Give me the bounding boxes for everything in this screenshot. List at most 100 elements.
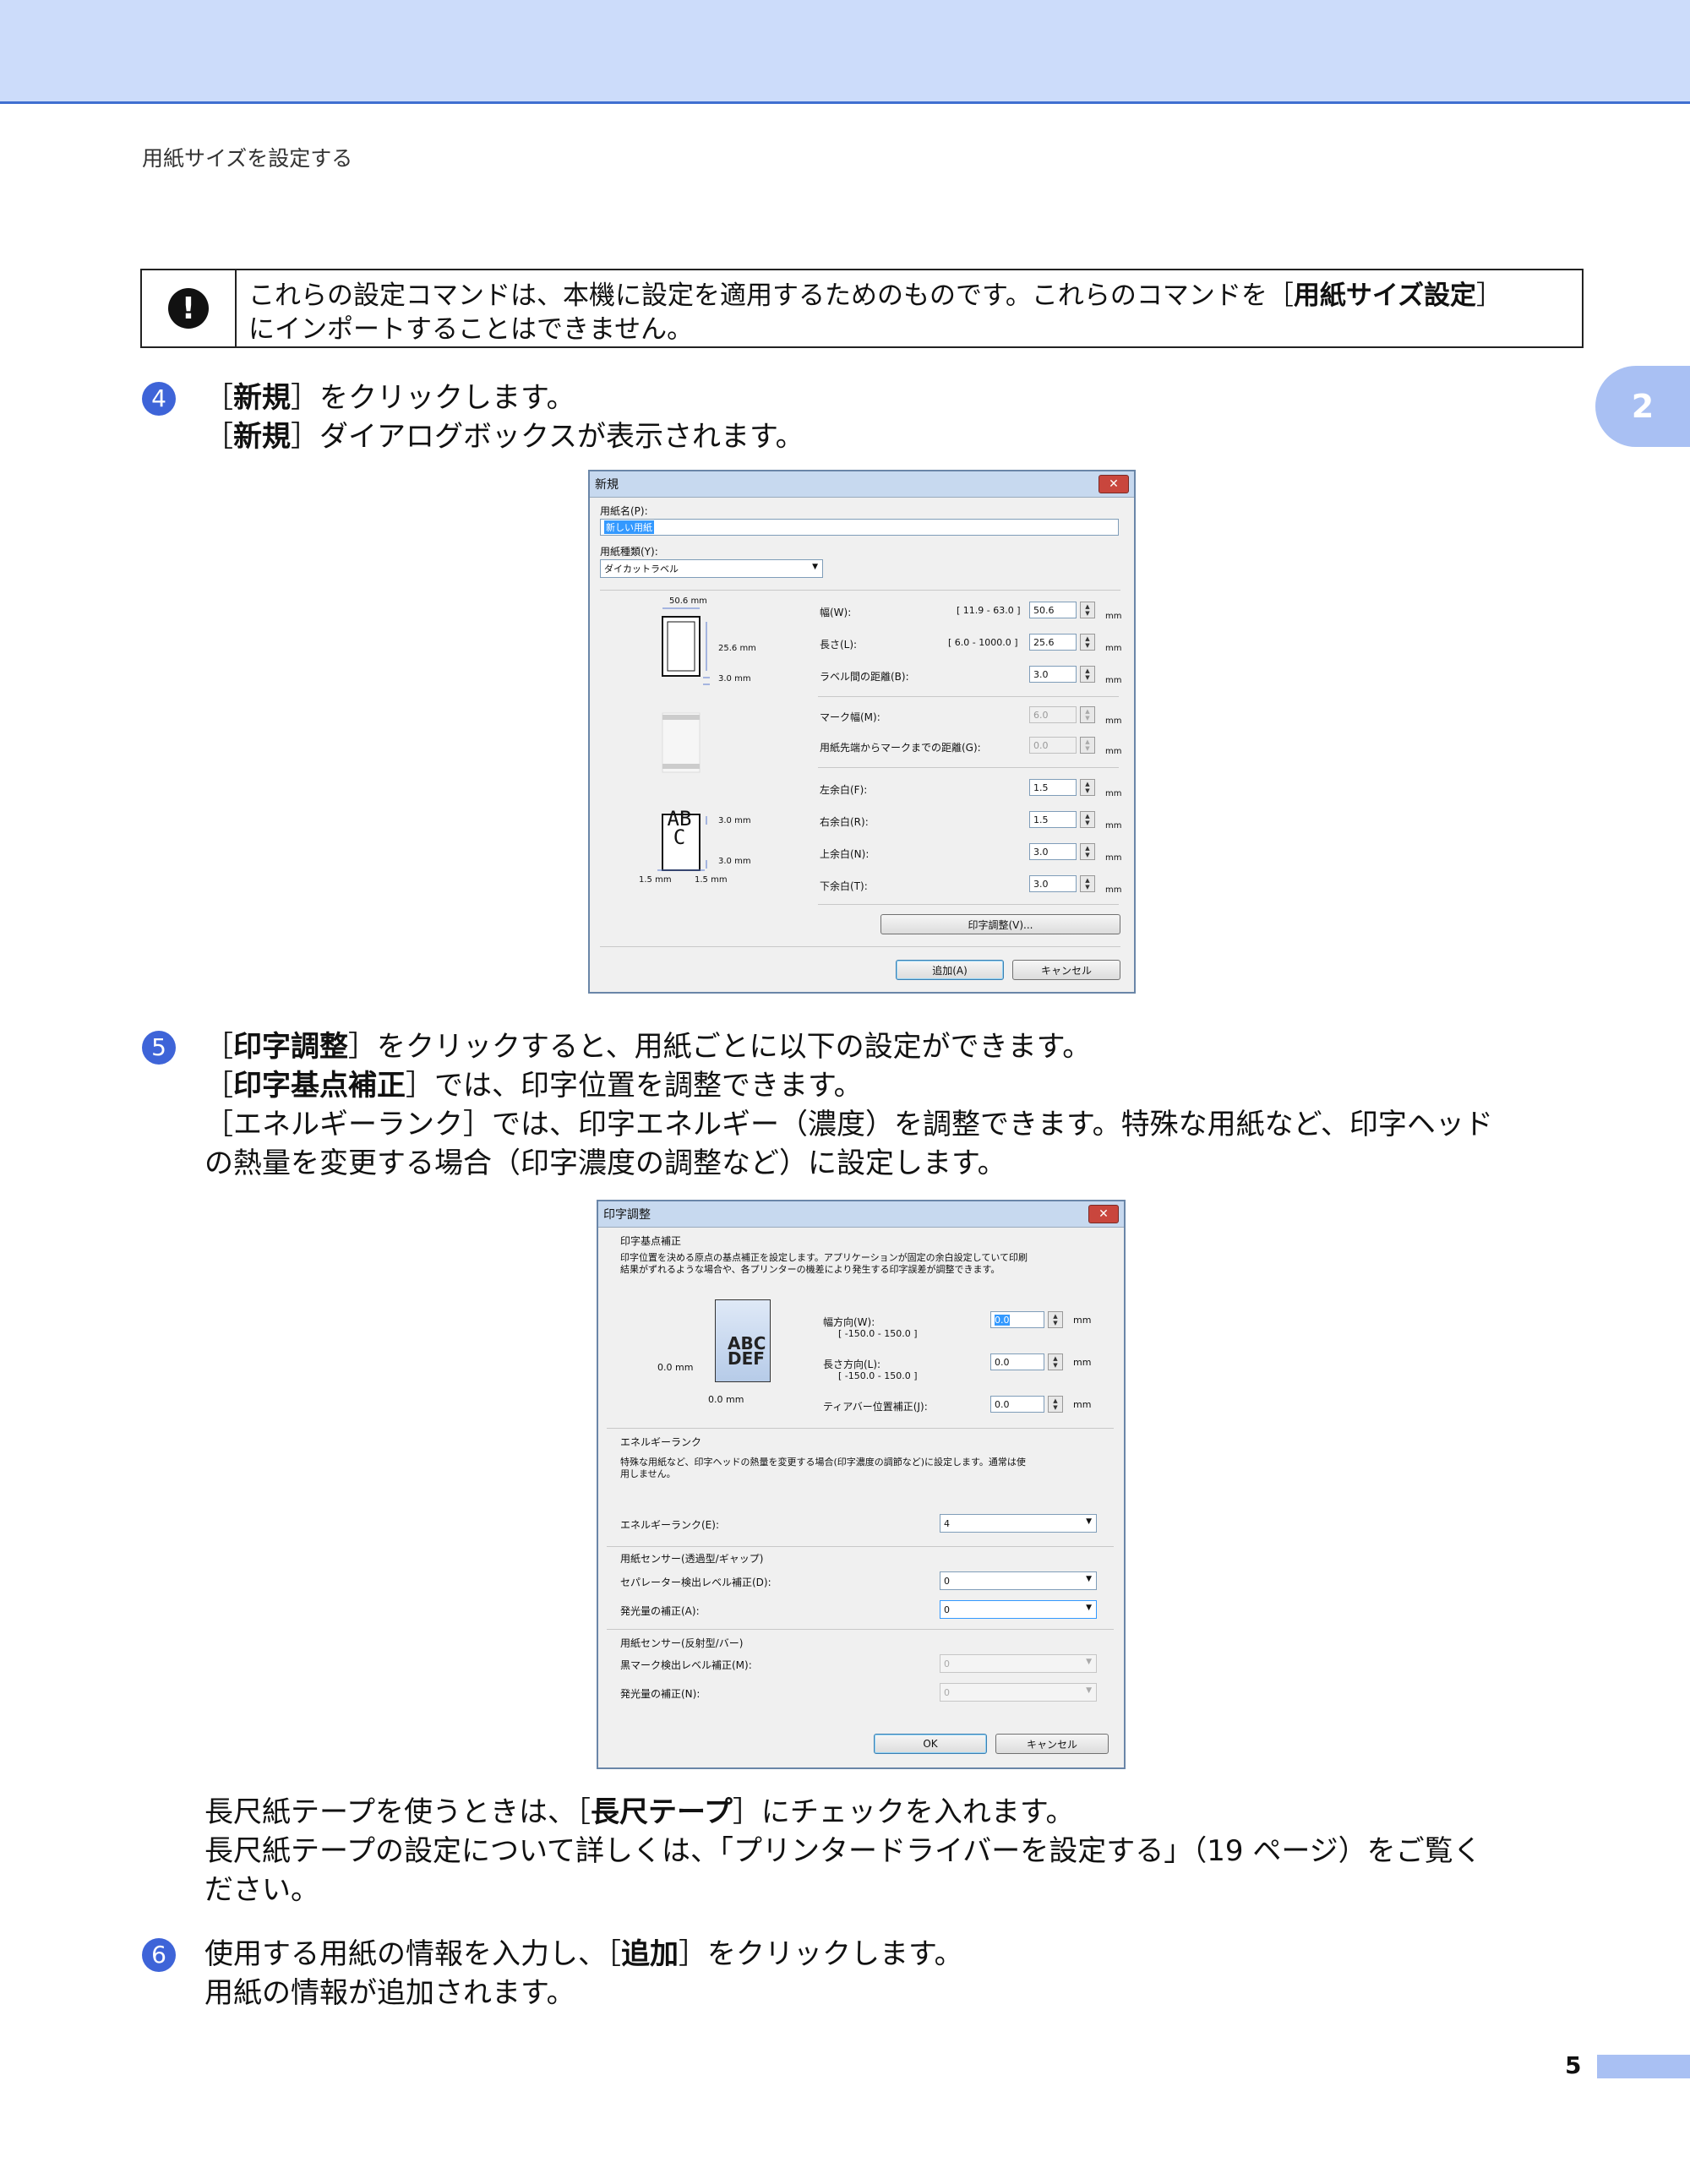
mark-width-label: マーク幅(M):	[820, 711, 880, 723]
right-margin-label: 右余白(R):	[820, 816, 869, 828]
close-icon[interactable]: ✕	[1088, 1205, 1119, 1223]
exclamation-icon: !	[168, 288, 209, 329]
separator-level-label: セパレーター検出レベル補正(D):	[620, 1577, 771, 1588]
gap-stepper[interactable]: ▲ ▼	[1080, 666, 1095, 683]
black-mark-level-select[interactable]: 0 ▼	[940, 1654, 1097, 1673]
mark-distance-stepper[interactable]: ▲ ▼	[1080, 737, 1095, 754]
paper-type-label: 用紙種類(Y):	[600, 546, 658, 558]
abc-sample: ABC	[667, 807, 692, 849]
black-mark-level-label: 黒マーク検出レベル補正(M):	[620, 1659, 752, 1671]
right-margin-stepper[interactable]: ▲ ▼	[1080, 811, 1095, 828]
chevron-down-icon: ▼	[1086, 1658, 1092, 1666]
emission-correction-2-select[interactable]: 0 ▼	[940, 1683, 1097, 1702]
gap-sensor-group: 用紙センサー(透過型/ギャップ)	[620, 1553, 764, 1565]
label-gap-dim: 3.0 mm	[718, 674, 751, 684]
page-header: 用紙サイズを設定する	[142, 146, 353, 171]
print-adjust-dialog: 印字調整 ✕ 印字基点補正 印字位置を決める原点の基点補正を設定します。アプリケ…	[597, 1200, 1126, 1769]
length-label: 長さ(L):	[820, 639, 858, 651]
chevron-down-icon: ▼	[812, 563, 818, 571]
step-number: 4	[142, 382, 176, 416]
paper-name-label: 用紙名(P):	[600, 505, 648, 517]
vertical-stepper[interactable]: ▲ ▼	[1048, 1353, 1063, 1370]
top-banner	[0, 0, 1690, 104]
vertical-input[interactable]: 0.0	[990, 1353, 1044, 1370]
energy-rank-label: エネルギーランク(E):	[620, 1519, 719, 1531]
width-label: 幅(W):	[820, 607, 852, 618]
dialog-title-bar: 新規 ✕	[590, 471, 1134, 498]
step-number: 6	[142, 1938, 176, 1972]
new-paper-dialog: 新規 ✕ 用紙名(P): 新しい用紙 用紙種類(Y): ダイカットラベル ▼ 50…	[588, 470, 1136, 994]
width-stepper[interactable]: ▲ ▼	[1080, 602, 1095, 618]
step-4: 4 ［新規］をクリックします。 ［新規］ダイアログボックスが表示されます。	[142, 379, 804, 456]
divider	[600, 590, 1120, 591]
dialog-title-bar: 印字調整 ✕	[598, 1201, 1124, 1228]
base-correction-group: 印字基点補正	[620, 1235, 682, 1247]
label-height-dim: 25.6 mm	[718, 644, 756, 653]
tear-bar-label: ティアバー位置補正(J):	[823, 1401, 928, 1413]
left-margin-input[interactable]: 1.5	[1029, 779, 1077, 796]
horizontal-input[interactable]: 0.0	[990, 1311, 1044, 1328]
bottom-margin-input[interactable]: 3.0	[1029, 875, 1077, 892]
page-number: 5	[1565, 2051, 1582, 2079]
left-margin-dim: 1.5 mm	[639, 875, 672, 885]
mark-distance-input[interactable]: 0.0	[1029, 737, 1077, 754]
cancel-button[interactable]: キャンセル	[1012, 960, 1120, 980]
bottom-margin-label: 下余白(T):	[820, 880, 868, 892]
tear-bar-input[interactable]: 0.0	[990, 1396, 1044, 1413]
ok-button[interactable]: OK	[874, 1734, 987, 1754]
separator-level-select[interactable]: 0 ▼	[940, 1571, 1097, 1590]
label-width-dim: 50.6 mm	[669, 596, 707, 606]
bottom-margin-stepper[interactable]: ▲ ▼	[1080, 875, 1095, 892]
top-margin-dim: 3.0 mm	[718, 816, 751, 825]
step-6: 6 使用する用紙の情報を入力し、［追加］をクリックします。 用紙の情報が追加され…	[142, 1935, 963, 2012]
top-margin-stepper[interactable]: ▲ ▼	[1080, 843, 1095, 860]
gap-input[interactable]: 3.0	[1029, 666, 1077, 683]
chevron-down-icon: ▼	[1086, 1575, 1092, 1583]
step-5: 5 ［印字調整］をクリックすると、用紙ごとに以下の設定ができます。 ［印字基点補…	[142, 1027, 1493, 1183]
add-button[interactable]: 追加(A)	[896, 960, 1004, 980]
cancel-button[interactable]: キャンセル	[995, 1734, 1109, 1754]
paper-type-select[interactable]: ダイカットラベル ▼	[600, 559, 823, 578]
note-text: これらの設定コマンドは、本機に設定を適用するためのものです。これらのコマンドを［…	[248, 280, 1502, 345]
step-number: 5	[142, 1031, 176, 1065]
chevron-down-icon: ▼	[1086, 1604, 1092, 1612]
energy-rank-select[interactable]: 4 ▼	[940, 1514, 1097, 1533]
top-margin-input[interactable]: 3.0	[1029, 843, 1077, 860]
reflective-sensor-group: 用紙センサー(反射型/バー)	[620, 1637, 744, 1649]
chevron-down-icon: ▼	[1086, 1686, 1092, 1695]
note-box: ! これらの設定コマンドは、本機に設定を適用するためのものです。これらのコマンド…	[140, 269, 1584, 348]
horizontal-stepper[interactable]: ▲ ▼	[1048, 1311, 1063, 1328]
print-adjust-button[interactable]: 印字調整(V)...	[880, 914, 1120, 934]
chevron-down-icon: ▼	[1086, 1517, 1092, 1526]
length-input[interactable]: 25.6	[1029, 634, 1077, 651]
horizontal-offset-dim: 0.0 mm	[657, 1362, 694, 1373]
length-range: [ 6.0 - 1000.0 ]	[948, 637, 1018, 648]
emission-correction-label: 発光量の補正(A):	[620, 1605, 700, 1617]
width-range: [ 11.9 - 63.0 ]	[957, 605, 1021, 616]
mark-width-input[interactable]: 6.0	[1029, 706, 1077, 723]
emission-correction-select[interactable]: 0 ▼	[940, 1600, 1097, 1619]
close-icon[interactable]: ✕	[1098, 475, 1129, 493]
width-input[interactable]: 50.6	[1029, 602, 1077, 618]
length-stepper[interactable]: ▲ ▼	[1080, 634, 1095, 651]
left-margin-label: 左余白(F):	[820, 784, 868, 796]
right-margin-input[interactable]: 1.5	[1029, 811, 1077, 828]
chapter-tab: 2	[1595, 366, 1690, 447]
mark-width-stepper[interactable]: ▲ ▼	[1080, 706, 1095, 723]
paper-name-input[interactable]: 新しい用紙	[600, 519, 1119, 536]
base-point-diagram: ABC DEF	[715, 1299, 771, 1382]
page-number-bar	[1597, 2055, 1690, 2078]
long-tape-paragraph: 長尺紙テープを使うときは、［長尺テープ］にチェックを入れます。 長尺紙テープの設…	[204, 1795, 1482, 1907]
vertical-offset-dim: 0.0 mm	[708, 1394, 744, 1405]
energy-group: エネルギーランク	[620, 1436, 702, 1448]
horizontal-label: 幅方向(W):	[823, 1316, 875, 1328]
top-margin-label: 上余白(N):	[820, 848, 870, 860]
bottom-margin-dim: 3.0 mm	[718, 857, 751, 866]
tear-bar-stepper[interactable]: ▲ ▼	[1048, 1396, 1063, 1413]
gap-label: ラベル間の距離(B):	[820, 671, 909, 683]
left-margin-stepper[interactable]: ▲ ▼	[1080, 779, 1095, 796]
emission-correction-2-label: 発光量の補正(N):	[620, 1688, 701, 1700]
vertical-label: 長さ方向(L):	[823, 1359, 881, 1370]
right-margin-dim: 1.5 mm	[695, 875, 728, 885]
mark-distance-label: 用紙先端からマークまでの距離(G):	[820, 742, 981, 754]
